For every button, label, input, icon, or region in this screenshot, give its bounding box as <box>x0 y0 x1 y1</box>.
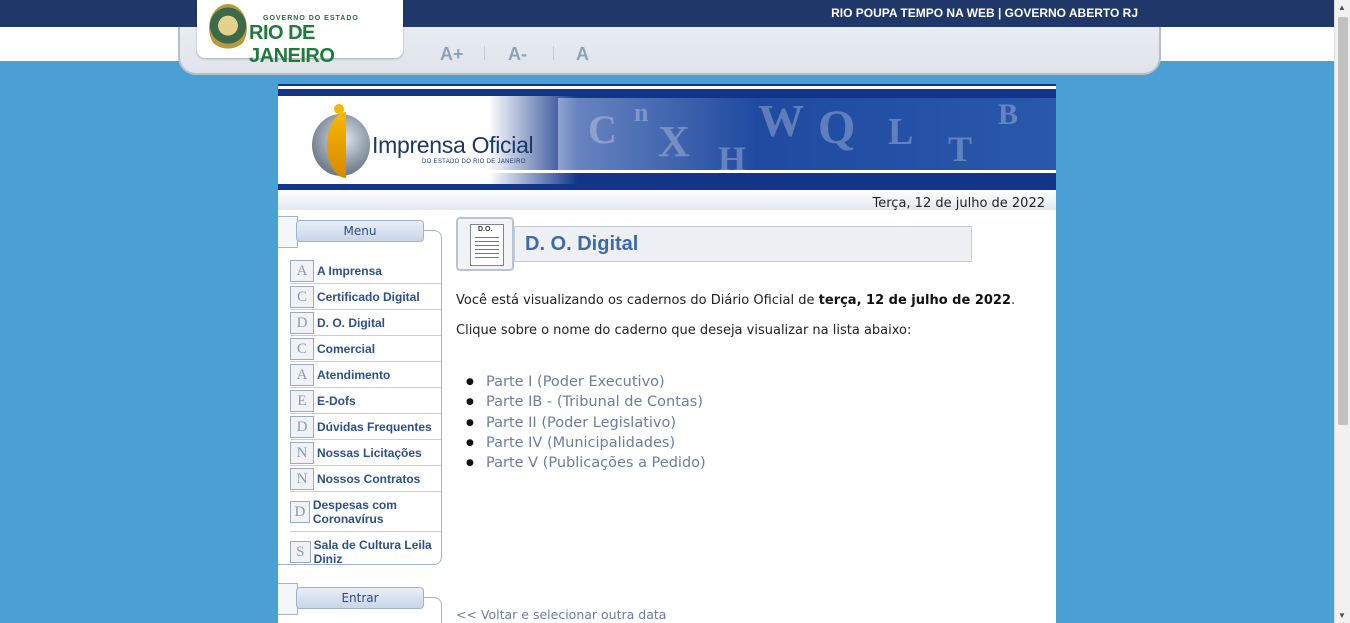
caderno-link-parte-ib[interactable]: Parte IB - (Tribunal de Contas) <box>466 392 706 413</box>
sidebar-item-a-imprensa[interactable]: A A Imprensa <box>290 258 441 284</box>
caderno-link-parte-iv[interactable]: Parte IV (Municipalidades) <box>466 433 706 454</box>
scroll-thumb[interactable] <box>1338 17 1348 425</box>
sidebar-item-label: Atendimento <box>317 367 391 382</box>
instruction-text: Clique sobre o nome do caderno que desej… <box>456 323 912 338</box>
banner-stripe <box>278 86 1056 89</box>
document-sheet: D.O. <box>470 224 504 266</box>
banner-stripe <box>278 170 1056 173</box>
sidebar-item-label: Despesas com Coronavírus <box>312 497 397 526</box>
sidebar-item-duvidas-frequentes[interactable]: D Dúvidas Frequentes <box>290 414 441 440</box>
sidebar-item-label: Certificado Digital <box>317 289 420 304</box>
menu-list: A A Imprensa C Certificado Digital D D. … <box>278 231 441 572</box>
imprensa-oficial-logo-icon[interactable] <box>308 104 370 178</box>
main-page: C n X H W Q L T B Imprensa Oficial DO ES… <box>278 84 1056 623</box>
caderno-link-parte-ii[interactable]: Parte II (Poder Legislativo) <box>466 413 706 434</box>
letter-a-icon: A <box>290 259 314 282</box>
letter-d-icon: D <box>290 415 314 438</box>
banner-subtitle: DO ESTADO DO RIO DE JANEIRO <box>422 159 526 165</box>
sidebar-item-label: D. O. Digital <box>317 315 386 330</box>
logo-dot <box>334 104 344 114</box>
font-reset-button[interactable]: A <box>576 44 589 65</box>
intro-date: terça, 12 de julho de 2022 <box>818 293 1012 308</box>
sidebar-item-nossas-licitacoes[interactable]: N Nossas Licitações <box>290 440 441 466</box>
login-tab-corner <box>278 583 298 615</box>
imprensa-oficial-banner: C n X H W Q L T B Imprensa Oficial DO ES… <box>278 84 1056 192</box>
decorative-letter: Q <box>818 101 856 154</box>
letter-d-icon: D <box>290 500 310 523</box>
letter-a-icon: A <box>290 363 314 386</box>
rj-government-logo[interactable]: GOVERNO DO ESTADO RIO DE JANEIRO <box>197 0 403 67</box>
letter-n-icon: N <box>290 441 314 464</box>
decorative-letter: C <box>588 107 617 152</box>
decorative-letter: B <box>998 98 1019 131</box>
sidebar-item-label: Comercial <box>317 341 376 356</box>
cadernos-list: Parte I (Poder Executivo) Parte IB - (Tr… <box>466 372 706 474</box>
letter-c-icon: C <box>290 337 314 360</box>
gov-logo-small-text: GOVERNO DO ESTADO <box>263 15 359 22</box>
sidebar-item-sala-de-cultura[interactable]: S Sala de Cultura Leila Diniz <box>290 532 441 572</box>
sidebar-item-despesas-coronavirus[interactable]: D Despesas com Coronavírus <box>290 492 441 532</box>
decorative-letter: n <box>634 98 649 127</box>
sidebar-item-e-dofs[interactable]: E E-Dofs <box>290 388 441 414</box>
caderno-link-parte-v[interactable]: Parte V (Publicações a Pedido) <box>466 453 706 474</box>
decorative-letter: H <box>718 139 747 179</box>
decorative-letter: T <box>948 129 973 169</box>
font-increase-button[interactable]: A+ <box>440 44 464 65</box>
diario-oficial-document-icon: D.O. <box>456 217 514 271</box>
decorative-letter: X <box>658 117 690 166</box>
letter-d-icon: D <box>290 311 314 334</box>
sidebar-item-nossos-contratos[interactable]: N Nossos Contratos <box>290 466 441 492</box>
intro-text: Você está visualizando os cadernos do Di… <box>456 293 1015 308</box>
back-select-date-link[interactable]: << Voltar e selecionar outra data <box>456 607 666 622</box>
current-date: Terça, 12 de julho de 2022 <box>872 196 1045 211</box>
letter-e-icon: E <box>290 389 314 412</box>
sidebar-item-comercial[interactable]: C Comercial <box>290 336 441 362</box>
letter-c-icon: C <box>290 285 314 308</box>
sidebar-item-label: Nossos Contratos <box>317 471 421 486</box>
letter-n-icon: N <box>290 467 314 490</box>
caderno-link-parte-i[interactable]: Parte I (Poder Executivo) <box>466 372 706 393</box>
sidebar-item-certificado-digital[interactable]: C Certificado Digital <box>290 284 441 310</box>
sidebar-item-label: A Imprensa <box>317 263 382 278</box>
intro-prefix: Você está visualizando os cadernos do Di… <box>456 293 815 308</box>
sidebar-item-label: Dúvidas Frequentes <box>317 419 432 434</box>
decorative-letter: L <box>888 111 914 153</box>
letter-s-icon: S <box>290 541 311 563</box>
page-title-box: D. O. Digital <box>514 226 972 262</box>
page-scrollbar[interactable]: ▲ ▼ <box>1334 0 1350 623</box>
sidebar-item-do-digital[interactable]: D D. O. Digital <box>290 310 441 336</box>
sidebar-item-label: Nossas Licitações <box>317 445 422 460</box>
sidebar-item-label: Sala de Cultura Leila Diniz <box>313 538 432 566</box>
scroll-up-arrow-icon[interactable]: ▲ <box>1338 3 1346 12</box>
rj-crest-icon <box>209 4 247 52</box>
menu-panel: A A Imprensa C Certificado Digital D D. … <box>278 230 442 566</box>
decorative-letter: W <box>758 95 804 146</box>
document-lines <box>475 237 499 261</box>
banner-letters-area: C n X H W Q L T B <box>558 95 1056 179</box>
page-title: D. O. Digital <box>525 233 639 255</box>
login-header[interactable]: Entrar <box>296 587 424 609</box>
document-icon-label: D.O. <box>478 226 493 233</box>
font-decrease-button[interactable]: A- <box>508 44 527 65</box>
intro-suffix: . <box>1011 293 1016 308</box>
gov-header-links[interactable]: RIO POUPA TEMPO NA WEB | GOVERNO ABERTO … <box>831 6 1138 20</box>
banner-title: Imprensa Oficial <box>372 132 534 158</box>
sidebar-item-label: E-Dofs <box>317 393 356 408</box>
gov-logo-big-text: RIO DE JANEIRO <box>249 22 335 67</box>
scroll-down-arrow-icon[interactable]: ▼ <box>1338 611 1346 620</box>
divider <box>484 46 485 60</box>
sidebar-item-atendimento[interactable]: A Atendimento <box>290 362 441 388</box>
menu-tab-corner <box>278 216 298 248</box>
menu-header: Menu <box>296 220 424 242</box>
divider <box>553 46 554 60</box>
